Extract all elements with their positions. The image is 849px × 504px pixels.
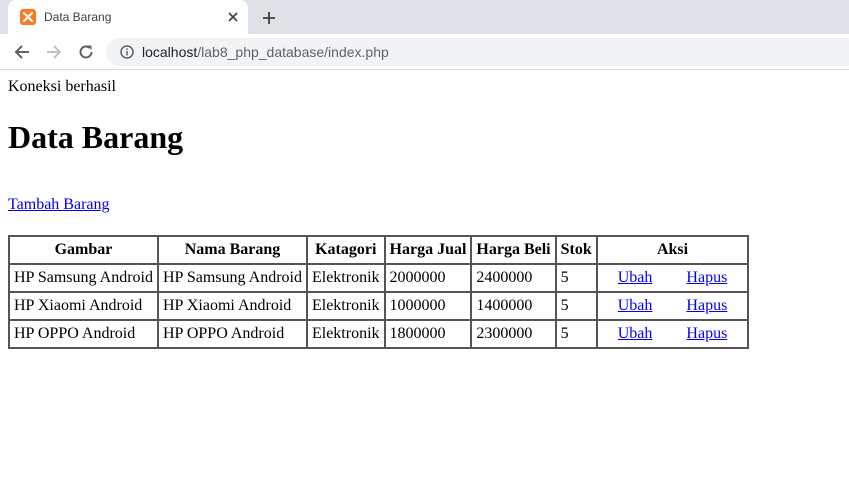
cell-nama: HP OPPO Android [157, 320, 307, 348]
connection-status: Koneksi berhasil [8, 78, 116, 95]
cell-gambar: HP Xiaomi Android [9, 292, 158, 320]
tab-strip: Data Barang [0, 0, 849, 34]
cell-kategori: Elektronik [306, 320, 385, 348]
url-path: /lab8_php_database/index.php [197, 44, 389, 60]
header-aksi: Aksi [596, 236, 749, 264]
url-text: localhost/lab8_php_database/index.php [142, 38, 389, 66]
browser-toolbar: localhost/lab8_php_database/index.php [0, 34, 849, 70]
broken-image: HP Xiaomi Android [14, 297, 143, 314]
cell-aksi: Ubah Hapus [596, 320, 749, 348]
cell-kategori: Elektronik [306, 292, 385, 320]
cell-aksi: Ubah Hapus [596, 292, 749, 320]
arrow-left-icon[interactable] [10, 40, 34, 64]
cell-gambar: HP Samsung Android [9, 264, 158, 292]
header-harga-beli: Harga Beli [471, 236, 556, 264]
add-item-link[interactable]: Tambah Barang [8, 196, 110, 214]
cell-harga-beli: 1400000 [471, 292, 556, 320]
url-host: localhost [142, 44, 198, 60]
table-row: HP Xiaomi Android HP Xiaomi Android Elek… [9, 292, 749, 320]
header-nama-barang: Nama Barang [157, 236, 307, 264]
arrow-right-icon[interactable] [42, 40, 66, 64]
delete-link[interactable]: Hapus [686, 269, 727, 286]
cell-harga-jual: 1800000 [384, 320, 472, 348]
cell-stok: 5 [555, 320, 597, 348]
tab-title: Data Barang [44, 10, 112, 24]
cell-harga-jual: 2000000 [384, 264, 472, 292]
cell-stok: 5 [555, 264, 597, 292]
cell-nama: HP Xiaomi Android [157, 292, 307, 320]
header-harga-jual: Harga Jual [384, 236, 472, 264]
cell-harga-beli: 2300000 [471, 320, 556, 348]
cell-aksi: Ubah Hapus [596, 264, 749, 292]
cell-harga-beli: 2400000 [471, 264, 556, 292]
table-header-row: Gambar Nama Barang Katagori Harga Jual H… [9, 236, 749, 264]
delete-link[interactable]: Hapus [686, 297, 727, 314]
edit-link[interactable]: Ubah [618, 297, 653, 314]
close-icon[interactable] [224, 8, 242, 26]
header-stok: Stok [555, 236, 597, 264]
items-table: Gambar Nama Barang Katagori Harga Jual H… [8, 235, 750, 349]
cell-harga-jual: 1000000 [384, 292, 472, 320]
header-katagori: Katagori [306, 236, 385, 264]
cell-kategori: Elektronik [306, 264, 385, 292]
delete-link[interactable]: Hapus [686, 325, 727, 342]
xampp-icon [20, 9, 36, 25]
broken-image: HP OPPO Android [14, 325, 136, 342]
table-row: HP Samsung Android HP Samsung Android El… [9, 264, 749, 292]
reload-icon[interactable] [74, 40, 98, 64]
info-icon[interactable] [120, 45, 134, 59]
edit-link[interactable]: Ubah [618, 325, 653, 342]
cell-stok: 5 [555, 292, 597, 320]
cell-gambar: HP OPPO Android [9, 320, 158, 348]
plus-icon[interactable] [258, 7, 280, 29]
broken-image: HP Samsung Android [14, 269, 153, 286]
table-row: HP OPPO Android HP OPPO Android Elektron… [9, 320, 749, 348]
page-title: Data Barang [8, 119, 184, 155]
cell-nama: HP Samsung Android [157, 264, 307, 292]
header-gambar: Gambar [9, 236, 158, 264]
address-bar[interactable]: localhost/lab8_php_database/index.php [106, 38, 849, 66]
edit-link[interactable]: Ubah [618, 269, 653, 286]
browser-tab[interactable]: Data Barang [8, 0, 248, 34]
